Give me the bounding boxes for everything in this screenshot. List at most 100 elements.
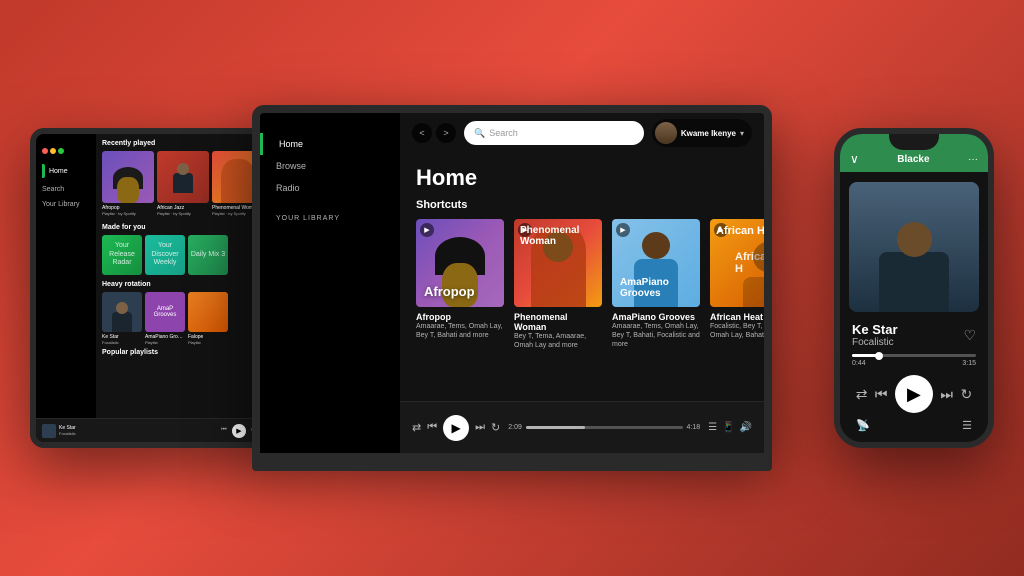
tablet-prev-button[interactable]: ⏮ — [220, 427, 228, 435]
tablet-nav-search[interactable]: Search — [36, 182, 96, 197]
tablet-card-afropop-sub: Playlist · by Spotify — [102, 211, 154, 216]
forward-button[interactable]: > — [436, 123, 456, 143]
phone-menu-icon[interactable]: ··· — [968, 154, 978, 165]
laptop-content: Home Shortcuts ▶ — [400, 153, 764, 401]
phone-cast-icon[interactable]: 📡 — [856, 419, 870, 432]
woman-title: Phenomenal Woman — [514, 312, 602, 332]
tablet-heavy-card-2[interactable]: AmaPGrooves AmaPiano Grooves Playlist — [145, 292, 185, 345]
shortcut-afropop[interactable]: ▶ Afropop Afropop Amaarae, — [416, 219, 504, 350]
recently-played-label: Recently played — [102, 140, 258, 147]
nav-arrows: < > — [412, 123, 456, 143]
phone-time-elapsed: 0:44 — [852, 360, 866, 367]
user-name: Kwame Ikenye — [681, 129, 736, 138]
laptop-nav-radio[interactable]: Radio — [260, 177, 400, 199]
progress-bar[interactable] — [526, 426, 683, 429]
woman-sub: Bey T, Tema, Amaarae, Omah Lay and more — [514, 332, 602, 350]
repeat-icon[interactable]: ↻ — [491, 421, 500, 434]
amapiano-sub: Amaarae, Tems, Omah Lay, Bey T, Bahati, … — [612, 322, 700, 349]
phone-progress-bar[interactable] — [852, 354, 976, 357]
tablet-now-img — [42, 424, 56, 438]
laptop-library-label: YOUR LIBRARY — [260, 199, 400, 226]
tablet-heavy-card-3[interactable]: Falope Playlist — [188, 292, 228, 345]
phone-person-body — [879, 252, 949, 312]
phone-song-info: Ke Star Focalistic ♡ — [840, 322, 988, 348]
tablet-now-playing: Ke Star Focalistic — [42, 424, 76, 438]
search-placeholder: Search — [489, 128, 518, 138]
user-area[interactable]: Kwame Ikenye ▾ — [652, 119, 752, 147]
next-icon[interactable]: ⏭ — [475, 421, 485, 434]
phone-album-art — [849, 182, 979, 312]
devices-icon[interactable]: 📱 — [722, 422, 734, 433]
woman-label: PhenomenalWoman — [520, 225, 579, 247]
user-avatar — [655, 122, 677, 144]
tablet-heavy-rotation: Heavy rotation Ke Star Focalistic — [102, 281, 258, 345]
african-sub: Focalistic, Bey T, Tem Omah Lay, Bahati … — [710, 322, 764, 340]
home-title: Home — [416, 165, 748, 191]
back-button[interactable]: < — [412, 123, 432, 143]
tablet-mfy-card-3[interactable]: Daily Mix 3 — [188, 235, 228, 275]
phone-next-icon[interactable]: ⏭ — [940, 386, 953, 403]
phone-header-title: Blacke — [897, 154, 929, 165]
laptop-main: < > 🔍 Search Kwame Ikenye ▾ — [400, 113, 764, 453]
made-for-you-label: Made for you — [102, 224, 258, 231]
phone-progress-dot — [875, 352, 883, 360]
prev-icon[interactable]: ⏮ — [427, 421, 437, 434]
phone-prev-icon[interactable]: ⏮ — [875, 386, 888, 403]
afropop-play-icon[interactable]: ▶ — [420, 223, 434, 237]
phone-progress-area: 0:44 3:15 — [840, 348, 988, 371]
african-title: African Heat — [710, 312, 764, 322]
phone-shuffle-icon[interactable]: ⇄ — [856, 386, 868, 403]
volume-icon[interactable]: 🔊 — [740, 422, 752, 433]
shortcuts-grid: ▶ Afropop Afropop Amaarae, — [416, 219, 748, 350]
shortcuts-label: Shortcuts — [416, 199, 748, 211]
laptop-device: Home Browse Radio YOUR LIBRARY < > 🔍 Sea… — [252, 105, 772, 471]
african-label: African H — [716, 225, 764, 237]
laptop-sidebar: Home Browse Radio YOUR LIBRARY — [260, 113, 400, 453]
phone-song-artist: Focalistic — [852, 337, 898, 348]
player-progress: 2:09 4:18 — [508, 424, 700, 431]
shuffle-icon[interactable]: ⇄ — [412, 421, 421, 434]
amapiano-play-icon[interactable]: ▶ — [616, 223, 630, 237]
tablet-bottom-bar: Ke Star Focalistic ⏮ ▶ ⏭ — [36, 418, 264, 442]
phone-song-title: Ke Star — [852, 322, 898, 337]
phone-chevron-icon[interactable]: ∨ — [850, 152, 859, 166]
phone-repeat-icon[interactable]: ↻ — [960, 386, 972, 403]
shortcut-woman[interactable]: ▶ PhenomenalWoman Phenomenal Woman Bey T… — [514, 219, 602, 350]
tablet-nav-library[interactable]: Your Library — [36, 197, 96, 212]
tablet-device: Home Search Your Library Recently played — [30, 128, 270, 448]
player-right-controls: ☰ 📱 🔊 — [708, 422, 752, 433]
phone-notch — [889, 134, 939, 150]
tablet-heavy-card-1[interactable]: Ke Star Focalistic — [102, 292, 142, 345]
phone-play-button[interactable]: ▶ — [895, 375, 933, 413]
progress-fill — [526, 426, 586, 429]
tablet-mfy-card-1[interactable]: Your ReleaseRadar — [102, 235, 142, 275]
afropop-label: Afropop — [424, 285, 475, 299]
tablet-card-jazz-sub: Playlist · by Spotify — [157, 211, 209, 216]
tablet-play-button[interactable]: ▶ — [232, 424, 246, 438]
tablet-card-jazz[interactable]: African Jazz Playlist · by Spotify — [157, 151, 209, 216]
laptop-nav-home[interactable]: Home — [260, 133, 400, 155]
tablet-now-artist: Focalistic — [59, 431, 76, 436]
phone-heart-icon[interactable]: ♡ — [963, 327, 976, 344]
shortcut-amapiano[interactable]: ▶ AmaPianoGrooves AmaPiano Grooves — [612, 219, 700, 350]
phone-person-head — [897, 222, 932, 257]
tablet-nav-home[interactable]: Home — [36, 160, 96, 182]
phone-controls: ⇄ ⏮ ▶ ⏭ ↻ — [840, 371, 988, 417]
user-chevron-icon: ▾ — [740, 129, 744, 138]
shortcut-african[interactable]: ▶ AfricanH African H Af — [710, 219, 764, 350]
tablet-mfy-card-2[interactable]: Your DiscoverWeekly — [145, 235, 185, 275]
tablet-recently-played: Afropop Playlist · by Spotify African Ja… — [102, 151, 258, 216]
amapiano-title: AmaPiano Grooves — [612, 312, 700, 322]
player-controls: ⇄ ⏮ ▶ ⏭ ↻ — [412, 415, 500, 441]
phone-queue-icon[interactable]: ☰ — [962, 419, 972, 432]
search-bar[interactable]: 🔍 Search — [464, 121, 644, 145]
play-pause-button[interactable]: ▶ — [443, 415, 469, 441]
playlist-icon[interactable]: ☰ — [708, 422, 717, 433]
tablet-card-afropop[interactable]: Afropop Playlist · by Spotify — [102, 151, 154, 216]
laptop-nav-browse[interactable]: Browse — [260, 155, 400, 177]
tablet-made-for-you: Made for you Your ReleaseRadar Your Disc… — [102, 224, 258, 275]
phone-times: 0:44 3:15 — [852, 360, 976, 367]
afropop-sub: Amaarae, Tems, Omah Lay, Bey T, Bahati a… — [416, 322, 504, 340]
time-elapsed: 2:09 — [508, 424, 522, 431]
laptop-topbar: < > 🔍 Search Kwame Ikenye ▾ — [400, 113, 764, 153]
